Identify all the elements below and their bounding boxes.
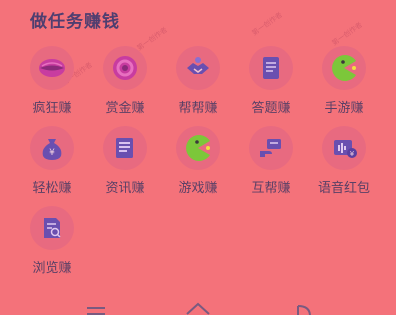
icon-circle [176,46,220,90]
task-label: 疯狂赚 [32,101,72,116]
task-tile-yuyin[interactable]: ¥ 语音红包 [308,126,380,204]
icon-circle [103,126,147,170]
task-tile-fengkuang[interactable]: 疯狂赚 [16,46,88,124]
task-label: 语音红包 [317,181,370,196]
icon-circle [322,46,366,90]
task-tile-bangbang[interactable]: 帮帮赚 [162,46,234,124]
icon-circle [30,206,74,250]
task-label: 资讯赚 [105,181,145,196]
hand-card-icon [260,139,281,157]
pacman-game-icon [186,135,210,161]
task-tile-youxi[interactable]: 游戏赚 [162,126,234,204]
quiz-note-icon [263,57,279,79]
task-tile-dati[interactable]: 答题赚 [235,46,307,124]
task-label: 答题赚 [251,101,291,116]
system-navbar [0,292,396,315]
task-row: 疯狂赚 赏金赚 帮帮赚 答题赚 手游赚 [0,46,396,126]
watermark: 第一创作者 [330,20,364,48]
back-icon [297,305,311,315]
task-label: 手游赚 [324,101,364,116]
menu-nav-button[interactable] [84,300,112,315]
voice-envelope-icon: ¥ [334,140,357,158]
task-label: 游戏赚 [178,181,218,196]
icon-circle: ¥ [322,126,366,170]
task-label: 浏览赚 [32,261,72,276]
handshake-icon [187,57,209,74]
icon-circle [103,46,147,90]
svg-text:¥: ¥ [350,150,355,158]
back-nav-button[interactable] [292,300,320,315]
svg-text:¥: ¥ [49,148,55,158]
home-icon [186,302,210,315]
task-tile-shangjin[interactable]: 赏金赚 [89,46,161,124]
task-tile-shouyou[interactable]: 手游赚 [308,46,380,124]
task-label: 赏金赚 [105,101,145,116]
task-tile-qingsong[interactable]: ¥ 轻松赚 [16,126,88,204]
task-tile-hubang[interactable]: 互帮赚 [235,126,307,204]
menu-icon [87,307,105,315]
task-row: 浏览赚 [0,206,396,286]
icon-circle [176,126,220,170]
watermark: 第一创作者 [250,10,284,38]
browse-doc-icon [44,218,61,238]
pacman-game-icon [332,55,356,81]
coin-ring-icon [113,56,137,80]
task-label: 轻松赚 [32,181,72,196]
task-grid: 疯狂赚 赏金赚 帮帮赚 答题赚 手游赚 ¥ 轻松赚 资讯赚 游戏赚 互帮赚 ¥ … [0,46,396,286]
icon-circle [30,46,74,90]
task-screen: 做任务赚钱 第一创作者 第一创作者 第一创作者 第一创作者 疯狂赚 赏金赚 帮帮… [0,0,396,315]
task-label: 帮帮赚 [178,101,218,116]
section-title: 做任务赚钱 [30,12,120,32]
icon-circle [249,126,293,170]
news-doc-icon [116,138,133,158]
lips-icon [39,59,65,77]
task-row: ¥ 轻松赚 资讯赚 游戏赚 互帮赚 ¥ 语音红包 [0,126,396,206]
task-label: 互帮赚 [251,181,291,196]
task-tile-liulan[interactable]: 浏览赚 [16,206,88,284]
money-bag-icon: ¥ [42,139,62,160]
icon-circle: ¥ [30,126,74,170]
home-nav-button[interactable] [184,300,212,315]
task-tile-zixun[interactable]: 资讯赚 [89,126,161,204]
icon-circle [249,46,293,90]
